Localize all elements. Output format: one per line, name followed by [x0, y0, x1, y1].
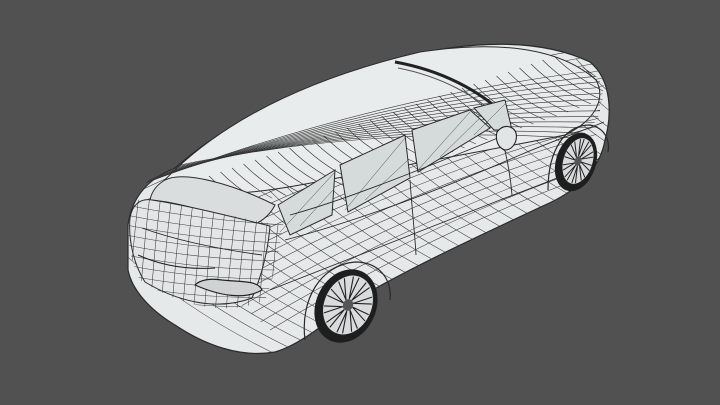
- car-wireframe-render: [127, 43, 610, 355]
- 3d-viewport[interactable]: [0, 0, 720, 405]
